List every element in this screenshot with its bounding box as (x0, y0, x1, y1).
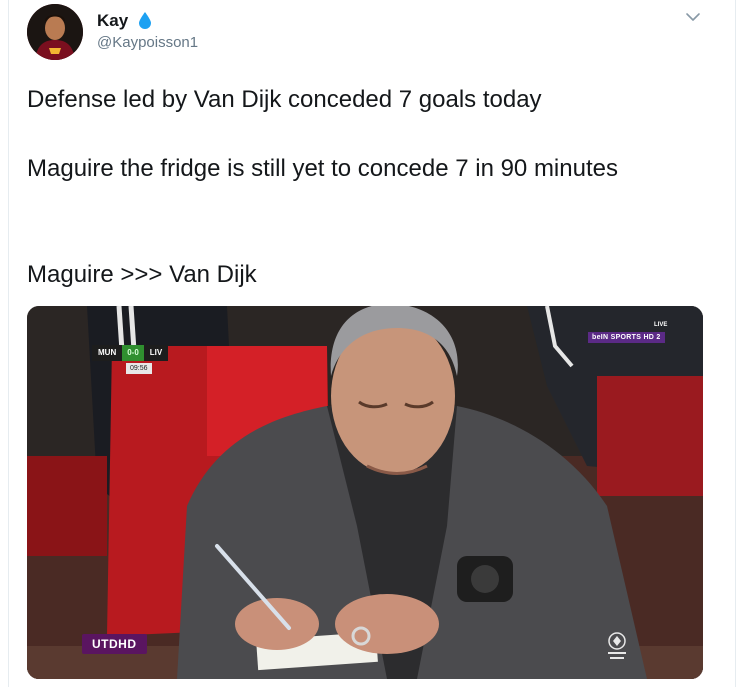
watermark-badge: UTDHD (82, 634, 147, 654)
tweet-text-line: Maguire the fridge is still yet to conce… (27, 155, 618, 182)
home-team: MUN (92, 345, 123, 361)
tweet-photo[interactable] (27, 306, 703, 679)
match-score: 0-0 (122, 345, 144, 361)
photo-scene (27, 306, 703, 679)
broadcaster-logo: beIN SPORTS HD 2 (588, 332, 665, 343)
live-label: LIVE (654, 322, 668, 328)
away-team: LIV (143, 345, 169, 361)
water-drop-icon (139, 12, 151, 29)
avatar-image (27, 4, 83, 60)
premier-league-icon (608, 632, 626, 659)
chevron-down-icon[interactable] (684, 10, 702, 24)
tweet-text-line: Maguire >>> Van Dijk (27, 261, 257, 288)
user-handle[interactable]: @Kaypoisson1 (97, 34, 198, 51)
display-name[interactable]: Kay (97, 11, 128, 31)
avatar[interactable] (27, 4, 83, 60)
scoreboard: MUN 0-0 LIV (92, 345, 169, 361)
match-clock: 09:56 (126, 363, 152, 374)
tweet-text-line: Defense led by Van Dijk conceded 7 goals… (27, 86, 542, 113)
